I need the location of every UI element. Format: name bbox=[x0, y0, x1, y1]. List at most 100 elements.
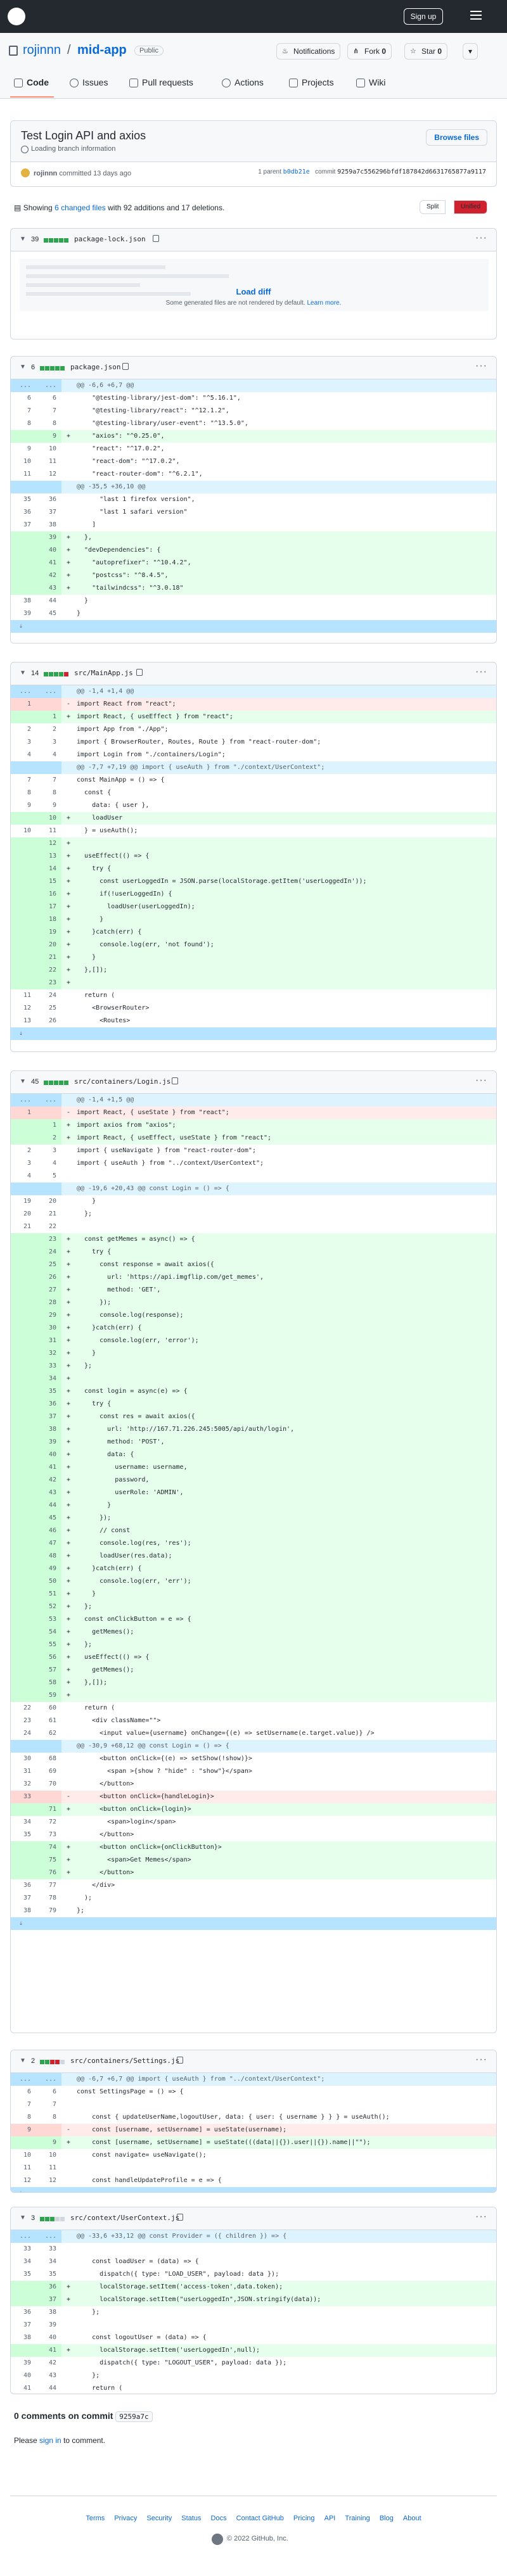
old-line-number[interactable]: ... bbox=[11, 685, 36, 698]
parent-sha-link[interactable]: b0db21e bbox=[283, 168, 310, 175]
diff-line: 54 + getMemes(); bbox=[11, 1626, 496, 1639]
diff-line: 56 + useEffect(() => { bbox=[11, 1651, 496, 1664]
load-diff-link[interactable]: Load diff bbox=[11, 287, 496, 296]
new-line-number: 37 bbox=[36, 2294, 61, 2306]
footer-link-docs[interactable]: Docs bbox=[211, 2515, 227, 2522]
copyright: © 2022 GitHub, Inc. bbox=[227, 2535, 288, 2542]
old-line-number: 9 bbox=[11, 2124, 36, 2136]
repo-name-link[interactable]: mid-app bbox=[77, 43, 127, 58]
footer-link-api[interactable]: API bbox=[324, 2515, 336, 2522]
repo-owner-link[interactable]: rojinnn bbox=[23, 43, 61, 58]
kebab-menu-icon[interactable]: ··· bbox=[475, 2211, 487, 2223]
copy-icon[interactable] bbox=[122, 363, 129, 370]
old-line-number[interactable]: ... bbox=[11, 2230, 36, 2243]
footer-link-terms[interactable]: Terms bbox=[86, 2515, 105, 2522]
footer-link-about[interactable]: About bbox=[403, 2515, 421, 2522]
copy-icon[interactable] bbox=[172, 1077, 178, 1084]
tab-code[interactable]: Code bbox=[10, 77, 54, 98]
tab-pull-requests[interactable]: Pull requests bbox=[129, 77, 193, 87]
old-line-number: 7 bbox=[27, 777, 31, 784]
star-dropdown-button[interactable]: ▾ bbox=[463, 43, 478, 60]
copy-icon[interactable] bbox=[153, 235, 159, 242]
old-line-number[interactable] bbox=[11, 481, 36, 493]
learn-more-link[interactable]: Learn more. bbox=[307, 300, 342, 307]
changed-files-link[interactable]: 6 changed files bbox=[55, 203, 106, 212]
old-line-number[interactable]: ... bbox=[11, 2073, 36, 2086]
tab-wiki[interactable]: Wiki bbox=[356, 77, 385, 87]
commit-author[interactable]: rojinnn bbox=[34, 170, 57, 177]
github-logo-icon[interactable] bbox=[8, 8, 25, 25]
new-line-number: 44 bbox=[48, 597, 56, 604]
fork-button[interactable]: ⋔ Fork 0 bbox=[347, 43, 392, 60]
file-name-link[interactable]: package.json bbox=[70, 363, 120, 371]
star-button[interactable]: ☆ Star 0 bbox=[404, 43, 448, 60]
footer-link-training[interactable]: Training bbox=[345, 2515, 369, 2522]
expand-down-row[interactable]: ⇣ bbox=[11, 1917, 496, 1930]
copy-icon[interactable] bbox=[177, 2214, 183, 2221]
chevron-down-icon[interactable]: ▼ bbox=[20, 236, 26, 243]
chevron-down-icon[interactable]: ▼ bbox=[20, 1078, 26, 1085]
footer-link-security[interactable]: Security bbox=[146, 2515, 172, 2522]
hamburger-menu-icon[interactable] bbox=[470, 11, 482, 20]
copy-icon[interactable] bbox=[177, 2057, 183, 2064]
code-text: getMemes(); bbox=[77, 1666, 134, 1673]
code-text: import React from "react"; bbox=[77, 701, 176, 707]
old-line-number[interactable] bbox=[11, 1740, 36, 1753]
diff-line: 53 + const onClickButton = e => { bbox=[11, 1613, 496, 1626]
expand-down-icon[interactable]: ⇣ bbox=[11, 620, 36, 633]
new-line-number: 23 bbox=[36, 977, 61, 989]
footer-link-contact[interactable]: Contact GitHub bbox=[236, 2515, 284, 2522]
tab-projects[interactable]: Projects bbox=[289, 77, 334, 87]
old-line-number bbox=[11, 951, 36, 964]
old-line-number[interactable] bbox=[11, 1183, 36, 1195]
sign-in-link[interactable]: sign in bbox=[39, 2436, 61, 2445]
unified-view-button[interactable]: Unified bbox=[454, 200, 488, 214]
new-line-number: 9 bbox=[36, 430, 61, 443]
chevron-down-icon[interactable]: ▼ bbox=[20, 669, 26, 676]
old-line-number[interactable]: ... bbox=[11, 1094, 36, 1107]
chevron-down-icon[interactable]: ▼ bbox=[20, 2057, 26, 2064]
new-line-number: 45 bbox=[48, 610, 56, 617]
github-mark-icon[interactable] bbox=[212, 2534, 223, 2545]
expand-down-icon[interactable]: ⇣ bbox=[11, 1027, 36, 1040]
kebab-menu-icon[interactable]: ··· bbox=[475, 666, 487, 678]
kebab-menu-icon[interactable]: ··· bbox=[475, 360, 487, 372]
file-name-link[interactable]: src/containers/Settings.js bbox=[70, 2057, 179, 2065]
browse-files-button[interactable]: Browse files bbox=[426, 129, 487, 146]
copy-icon[interactable] bbox=[136, 669, 143, 676]
notifications-button[interactable]: ♨ Notifications bbox=[276, 43, 341, 60]
file-name-link[interactable]: src/MainApp.js bbox=[74, 669, 133, 677]
kebab-menu-icon[interactable]: ··· bbox=[475, 1075, 487, 1086]
tab-issues[interactable]: Issues bbox=[70, 77, 108, 87]
old-line-number bbox=[11, 1841, 36, 1854]
new-line-number: 55 bbox=[36, 1639, 61, 1651]
footer-link-privacy[interactable]: Privacy bbox=[114, 2515, 137, 2522]
diff-line: 32 70 </button> bbox=[11, 1778, 496, 1791]
expand-down-row[interactable]: ⇣ bbox=[11, 1027, 496, 1040]
diff-line: 36 + try { bbox=[11, 1398, 496, 1411]
avatar[interactable] bbox=[21, 168, 30, 177]
kebab-menu-icon[interactable]: ··· bbox=[475, 2054, 487, 2065]
footer-link-pricing[interactable]: Pricing bbox=[293, 2515, 315, 2522]
kebab-menu-icon[interactable]: ··· bbox=[475, 232, 487, 244]
tab-actions[interactable]: Actions bbox=[222, 77, 264, 87]
diff-sign: + bbox=[67, 585, 71, 592]
old-line-number[interactable] bbox=[11, 761, 36, 774]
footer-link-blog[interactable]: Blog bbox=[380, 2515, 394, 2522]
file-name-link[interactable]: src/containers/Login.js bbox=[74, 1077, 170, 1086]
expand-down-row[interactable]: ⇣ bbox=[11, 620, 496, 633]
file-name-link[interactable]: src/context/UserContext.js bbox=[70, 2214, 179, 2222]
old-line-number[interactable]: ... bbox=[11, 379, 36, 392]
sign-up-button[interactable]: Sign up bbox=[404, 8, 443, 25]
expand-down-row[interactable]: ⇣ bbox=[11, 2187, 496, 2192]
split-view-button[interactable]: Split bbox=[420, 200, 446, 214]
file-name-link[interactable]: package-lock.json bbox=[74, 235, 146, 243]
expand-down-icon[interactable]: ⇣ bbox=[11, 1917, 36, 1930]
expand-down-icon[interactable]: ⇣ bbox=[11, 2187, 36, 2192]
diff-line: 2 3 import { useNavigate } from "react-rou… bbox=[11, 1145, 496, 1157]
footer-link-status[interactable]: Status bbox=[181, 2515, 201, 2522]
chevron-down-icon[interactable]: ▼ bbox=[20, 2214, 26, 2221]
old-line-number: 11 bbox=[23, 471, 31, 478]
new-line-number: 41 bbox=[36, 2344, 61, 2357]
chevron-down-icon[interactable]: ▼ bbox=[20, 364, 26, 371]
